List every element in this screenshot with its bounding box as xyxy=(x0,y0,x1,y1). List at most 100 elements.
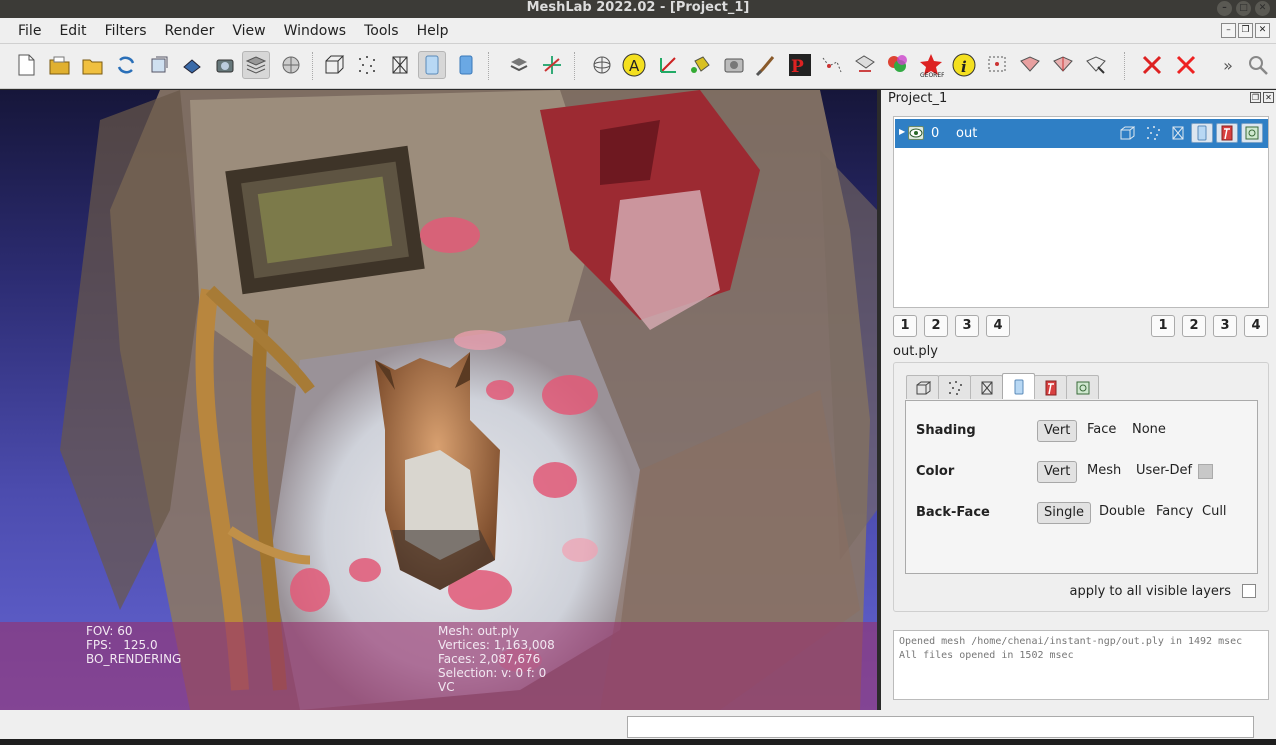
raster-layers-icon[interactable] xyxy=(277,51,305,79)
tab-bbox-icon[interactable] xyxy=(906,375,939,399)
panel-close-icon[interactable]: ✕ xyxy=(1263,92,1274,103)
export-mesh-icon[interactable] xyxy=(178,51,206,79)
backface-cull-option[interactable]: Cull xyxy=(1196,502,1233,524)
select-vertices-icon[interactable] xyxy=(983,51,1011,79)
color-swatch[interactable] xyxy=(1198,464,1213,479)
tab-wireframe-icon[interactable] xyxy=(970,375,1003,399)
rendering-mode-text: BO_RENDERING xyxy=(86,652,182,666)
view-left-1-button[interactable]: 1 xyxy=(893,315,917,337)
new-project-icon[interactable] xyxy=(12,51,40,79)
visibility-eye-icon[interactable] xyxy=(908,126,924,140)
minimize-icon[interactable]: – xyxy=(1217,1,1232,16)
menu-view[interactable]: View xyxy=(232,23,265,39)
backface-double-option[interactable]: Double xyxy=(1093,502,1151,524)
fps-text: FPS: 125.0 xyxy=(86,638,158,652)
paint-mesh-icon[interactable] xyxy=(884,51,912,79)
layer-shading-icon[interactable] xyxy=(1191,123,1213,143)
menu-edit[interactable]: Edit xyxy=(59,23,86,39)
delete-vertices-icon[interactable] xyxy=(1138,51,1166,79)
trackball-icon[interactable] xyxy=(588,51,616,79)
view-right-2-button[interactable]: 2 xyxy=(1182,315,1206,337)
color-vert-option[interactable]: Vert xyxy=(1037,461,1078,483)
view-right-1-button[interactable]: 1 xyxy=(1151,315,1175,337)
align-icon[interactable] xyxy=(818,51,846,79)
window-title: MeshLab 2022.02 - [Project_1] xyxy=(526,0,750,15)
delete-faces-icon[interactable] xyxy=(1172,51,1200,79)
import-mesh-icon[interactable] xyxy=(79,51,107,79)
layer-decorator-icon[interactable] xyxy=(1241,123,1263,143)
snapshot-icon[interactable] xyxy=(211,51,239,79)
wireframe-icon[interactable] xyxy=(386,51,414,79)
info-icon[interactable]: i xyxy=(950,51,978,79)
layers-dialog-icon[interactable] xyxy=(242,51,270,79)
mdi-minimize-icon[interactable]: – xyxy=(1221,23,1236,38)
select-region-icon[interactable] xyxy=(1049,51,1077,79)
select-connected-icon[interactable] xyxy=(1016,51,1044,79)
tab-points-icon[interactable] xyxy=(938,375,971,399)
menu-file[interactable]: File xyxy=(18,23,41,39)
annotation-icon[interactable]: A xyxy=(620,51,648,79)
mdi-close-icon[interactable]: ✕ xyxy=(1255,23,1270,38)
layer-list[interactable]: ▶ 0 out xyxy=(893,116,1269,308)
menu-help[interactable]: Help xyxy=(417,23,449,39)
solid-icon[interactable] xyxy=(452,51,480,79)
view-right-4-button[interactable]: 4 xyxy=(1244,315,1268,337)
apply-all-checkbox[interactable] xyxy=(1242,584,1256,598)
brush-icon[interactable] xyxy=(752,51,780,79)
axis-icon[interactable] xyxy=(538,51,566,79)
reload-all-icon[interactable] xyxy=(145,51,173,79)
backface-single-option[interactable]: Single xyxy=(1037,502,1091,524)
select-faces-icon[interactable] xyxy=(851,51,879,79)
measure-icon[interactable] xyxy=(654,51,682,79)
view-left-3-button[interactable]: 3 xyxy=(955,315,979,337)
shading-label: Shading xyxy=(916,423,976,438)
bounding-box-icon[interactable] xyxy=(320,51,348,79)
fov-text: FOV: 60 xyxy=(86,624,133,638)
menu-windows[interactable]: Windows xyxy=(284,23,347,39)
view-right-3-button[interactable]: 3 xyxy=(1213,315,1237,337)
fill-options-pane: Shading Vert Face None Color Vert Mesh U… xyxy=(905,400,1258,574)
tab-fill-icon[interactable] xyxy=(1002,373,1035,399)
menu-filters[interactable]: Filters xyxy=(105,23,147,39)
shading-vert-option[interactable]: Vert xyxy=(1037,420,1078,442)
pickpoints-icon[interactable]: P xyxy=(786,51,814,79)
search-icon[interactable] xyxy=(1244,51,1272,79)
smooth-shading-icon[interactable] xyxy=(418,51,446,79)
mesh-name-label: out.ply xyxy=(893,344,938,359)
panel-float-icon[interactable]: ❐ xyxy=(1250,92,1261,103)
layer-bbox-icon[interactable] xyxy=(1116,123,1138,143)
maximize-icon[interactable]: □ xyxy=(1236,1,1251,16)
layer-points-icon[interactable] xyxy=(1142,123,1164,143)
paint-bucket-icon[interactable] xyxy=(687,51,715,79)
layer-stack-icon[interactable] xyxy=(505,51,533,79)
reload-icon[interactable] xyxy=(112,51,140,79)
log-console[interactable]: Opened mesh /home/chenai/instant-ngp/out… xyxy=(893,630,1269,700)
layer-row[interactable]: ▶ 0 out xyxy=(895,119,1268,148)
log-line: Opened mesh /home/chenai/instant-ngp/out… xyxy=(899,636,1243,647)
mdi-restore-icon[interactable]: ❐ xyxy=(1238,23,1253,38)
georef-icon[interactable]: GEOREF xyxy=(917,51,945,79)
select-z-icon[interactable] xyxy=(1082,51,1110,79)
points-icon[interactable] xyxy=(353,51,381,79)
menu-tools[interactable]: Tools xyxy=(364,23,399,39)
menu-render[interactable]: Render xyxy=(165,23,215,39)
toolbar-overflow-button[interactable]: » xyxy=(1214,51,1242,79)
raster-alignment-icon[interactable] xyxy=(720,51,748,79)
tab-decorator-icon[interactable] xyxy=(1066,375,1099,399)
color-userdef-option[interactable]: User-Def xyxy=(1130,461,1198,483)
shading-none-option[interactable]: None xyxy=(1126,420,1172,442)
view-left-4-button[interactable]: 4 xyxy=(986,315,1010,337)
open-project-icon[interactable] xyxy=(46,51,74,79)
panel-title: Project_1 xyxy=(888,91,948,106)
backface-fancy-option[interactable]: Fancy xyxy=(1150,502,1199,524)
view-left-2-button[interactable]: 2 xyxy=(924,315,948,337)
expand-arrow-icon[interactable]: ▶ xyxy=(899,127,905,136)
layer-texture-icon[interactable] xyxy=(1216,123,1238,143)
close-icon[interactable]: ✕ xyxy=(1255,1,1270,16)
shading-face-option[interactable]: Face xyxy=(1081,420,1122,442)
layer-name[interactable]: out xyxy=(956,126,977,141)
3d-viewport[interactable]: FOV: 60 FPS: 125.0 BO_RENDERING Mesh: ou… xyxy=(0,90,877,710)
layer-wireframe-icon[interactable] xyxy=(1167,123,1189,143)
tab-texture-icon[interactable] xyxy=(1034,375,1067,399)
color-mesh-option[interactable]: Mesh xyxy=(1081,461,1127,483)
